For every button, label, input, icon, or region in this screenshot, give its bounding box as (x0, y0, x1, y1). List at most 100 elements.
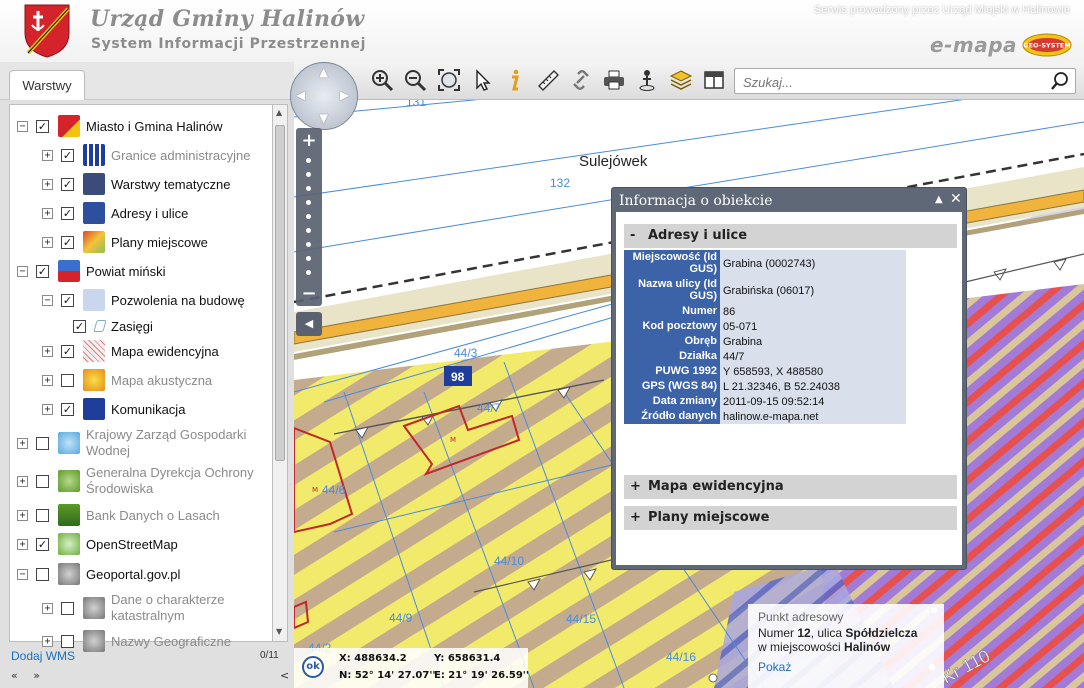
layer-checkbox[interactable]: ✓ (61, 206, 74, 220)
layer-row[interactable]: + Krajowy Zarząd Gospodarki Wodnej (17, 427, 269, 458)
layer-checkbox[interactable]: ✓ (61, 402, 74, 416)
tab-layers[interactable]: Warstwy (9, 70, 85, 101)
zoom-level-dot[interactable] (306, 172, 311, 177)
search-input[interactable] (743, 73, 1043, 91)
layer-row[interactable]: + ✓ Granice administracyjne (42, 144, 250, 166)
zoom-level-dot[interactable] (306, 186, 311, 191)
collapse-icon[interactable]: − (17, 120, 28, 132)
show-address-link[interactable]: Pokaż (758, 660, 934, 674)
pan-down-icon[interactable]: ▼ (319, 111, 328, 125)
expand-icon[interactable]: + (42, 403, 53, 415)
expand-icon[interactable]: + (17, 509, 28, 521)
layer-row[interactable]: + ✓ Komunikacja (42, 398, 185, 420)
locate-icon[interactable] (634, 67, 660, 93)
section-cadastral[interactable]: + Mapa ewidencyjna (624, 475, 957, 499)
layer-row[interactable]: + Generalna Dyrekcja Ochrony Środowiska (17, 465, 269, 496)
measure-icon[interactable] (535, 67, 561, 93)
layer-checkbox[interactable]: ✓ (61, 177, 74, 191)
scroll-thumb[interactable] (275, 125, 285, 461)
collapse-icon[interactable]: − (17, 265, 28, 277)
scroll-up-icon[interactable]: ▲ (276, 108, 282, 117)
expand-icon[interactable]: + (42, 149, 53, 161)
add-wms-link[interactable]: Dodaj WMS (11, 649, 75, 663)
full-extent-icon[interactable] (436, 67, 462, 93)
section-addresses[interactable]: - Adresy i ulice (624, 224, 957, 248)
expand-icon[interactable]: + (17, 437, 28, 449)
expand-icon[interactable]: + (42, 635, 53, 647)
link-icon[interactable] (568, 67, 594, 93)
layer-checkbox[interactable] (36, 474, 49, 488)
layer-checkbox[interactable]: ✓ (61, 148, 74, 162)
layer-checkbox[interactable]: ✓ (61, 344, 74, 358)
first-page-button[interactable]: « (11, 669, 24, 682)
pan-left-icon[interactable]: ◀ (296, 88, 305, 102)
expand-icon[interactable]: + (42, 207, 53, 219)
zoom-level-dot[interactable] (306, 158, 311, 163)
layer-row[interactable]: + ✓ OpenStreetMap (17, 533, 178, 555)
pan-up-icon[interactable]: ▲ (319, 65, 328, 79)
search-box[interactable] (734, 68, 1076, 94)
layer-checkbox[interactable]: ✓ (61, 293, 74, 307)
layout-icon[interactable] (701, 67, 727, 93)
layer-tree-scrollbar[interactable]: ▲ ▼ (272, 104, 288, 642)
next-page-button[interactable]: » (33, 669, 46, 682)
layer-row[interactable]: − ✓ Pozwolenia na budowę (42, 289, 245, 311)
layer-row[interactable]: + ✓ Mapa ewidencyjna (42, 340, 219, 362)
partner-logo[interactable]: GEO-SYSTEM (1022, 33, 1072, 57)
expand-icon[interactable]: + (42, 374, 53, 386)
layer-checkbox[interactable] (61, 601, 74, 615)
expand-icon[interactable]: + (42, 178, 53, 190)
print-icon[interactable] (601, 67, 627, 93)
expand-icon[interactable]: + (42, 345, 53, 357)
layer-checkbox[interactable] (36, 567, 49, 581)
layer-row[interactable]: + ✓ Adresy i ulice (42, 202, 188, 224)
layer-row[interactable]: + ✓ Warstwy tematyczne (42, 173, 230, 195)
layer-row[interactable]: − ✓ Miasto i Gmina Halinów (17, 115, 223, 137)
expand-icon[interactable]: + (17, 538, 28, 550)
zoom-in-tool-icon[interactable] (369, 67, 395, 93)
layers-tool-icon[interactable] (668, 67, 694, 93)
scroll-down-icon[interactable]: ▼ (276, 627, 282, 636)
layer-row[interactable]: + Bank Danych o Lasach (17, 504, 220, 526)
pan-right-icon[interactable]: ▶ (340, 88, 349, 102)
layer-row[interactable]: + ✓ Plany miejscowe (42, 231, 208, 253)
expand-icon[interactable]: + (17, 475, 28, 487)
layer-checkbox[interactable] (36, 508, 49, 522)
layer-row[interactable]: + Dane o charakterze katastralnym (42, 592, 269, 623)
layer-checkbox[interactable]: ✓ (73, 319, 86, 333)
zoom-out-tool-icon[interactable] (402, 67, 428, 93)
info-tool-icon[interactable] (502, 67, 528, 93)
close-icon[interactable]: ✕ (950, 191, 962, 207)
section-plans[interactable]: + Plany miejscowe (624, 506, 957, 530)
layer-checkbox[interactable]: ✓ (36, 264, 49, 278)
layer-row[interactable]: + Mapa akustyczna (42, 369, 212, 391)
pointer-icon[interactable] (469, 67, 495, 93)
layer-checkbox[interactable]: ✓ (36, 537, 49, 551)
layer-row[interactable]: − Geoportal.gov.pl (17, 563, 180, 585)
layer-row[interactable]: ✓ Zasięgi (73, 315, 153, 337)
collapse-icon[interactable]: − (17, 568, 28, 580)
layer-checkbox[interactable]: ✓ (36, 119, 49, 133)
zoom-in-button[interactable]: + (299, 131, 319, 151)
ok-button[interactable]: ok (302, 656, 324, 678)
zoom-level-dot[interactable] (306, 214, 311, 219)
brand-logo[interactable]: e-mapa (930, 33, 1017, 57)
minimize-icon[interactable]: ▲ (935, 194, 943, 205)
expand-icon[interactable]: + (42, 602, 53, 614)
zoom-level-dot[interactable] (306, 242, 311, 247)
zoom-level-dot[interactable] (306, 228, 311, 233)
zoom-level-dot[interactable] (306, 256, 311, 261)
layer-checkbox[interactable] (61, 373, 74, 387)
zoom-level-dot[interactable] (306, 270, 311, 275)
collapse-panel-button[interactable]: < (280, 669, 289, 682)
toggle-panel-button[interactable]: ◀ (296, 312, 322, 336)
collapse-icon[interactable]: − (42, 294, 53, 306)
zoom-out-button[interactable]: − (299, 284, 319, 304)
search-icon[interactable] (1050, 71, 1070, 91)
layer-row[interactable]: − ✓ Powiat miński (17, 260, 165, 282)
layer-checkbox[interactable] (36, 436, 49, 450)
layer-checkbox[interactable] (61, 634, 74, 648)
zoom-level-dot[interactable] (306, 200, 311, 205)
layer-checkbox[interactable]: ✓ (61, 235, 74, 249)
expand-icon[interactable]: + (42, 236, 53, 248)
